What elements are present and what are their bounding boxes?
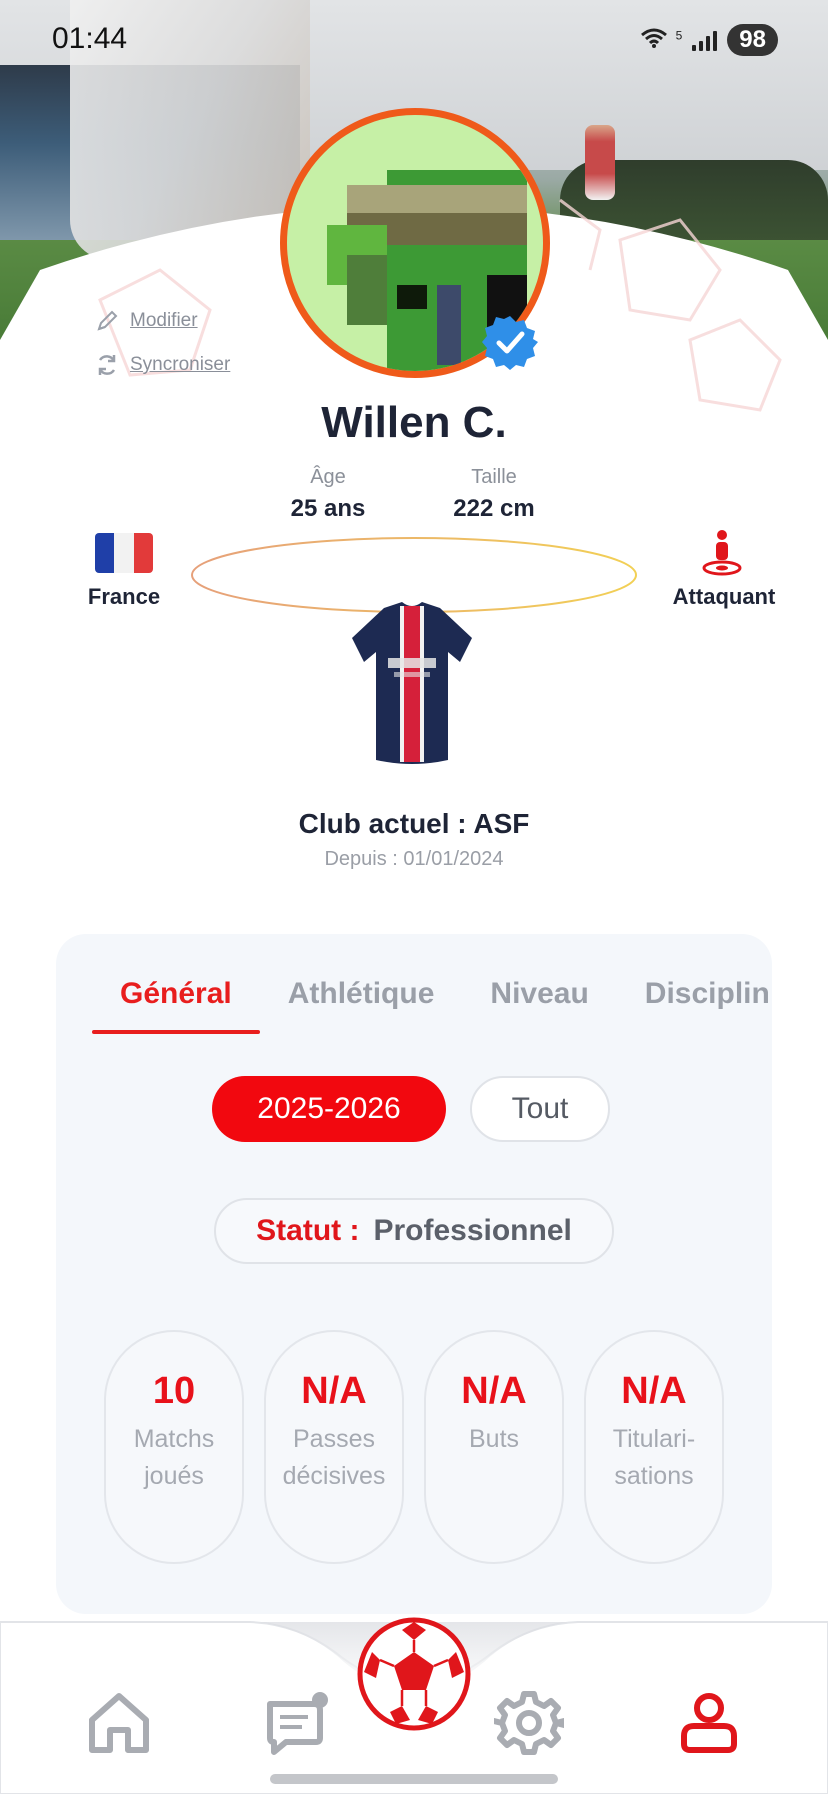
pencil-icon (97, 310, 118, 331)
stat-cards: 10 Matchs joués N/A Passes décisives N/A… (104, 1330, 724, 1564)
sync-label: Syncroniser (130, 354, 231, 375)
stat-label: Titulari-sations (612, 1425, 696, 1490)
wifi-icon: 5 (640, 25, 682, 56)
edit-link[interactable]: Modifier (94, 308, 230, 334)
stat-card-assists: N/A Passes décisives (264, 1330, 404, 1564)
stat-value: N/A (461, 1370, 527, 1412)
soccer-ball-icon[interactable] (356, 1616, 472, 1732)
stat-value: N/A (621, 1370, 687, 1412)
battery-badge: 98 (727, 24, 778, 56)
status-pill: Statut : Professionnel (214, 1198, 614, 1264)
profile-icon[interactable] (674, 1688, 744, 1758)
position-marker-icon (702, 530, 742, 576)
stat-label: Buts (468, 1425, 520, 1453)
stats-tabs: Général Athlétique Niveau Disciplin (92, 974, 772, 1034)
tab-athletique[interactable]: Athlétique (260, 974, 463, 1034)
height-value: 222 cm (453, 495, 535, 522)
stat-label: Matchs joués (133, 1425, 215, 1490)
verified-badge-icon (482, 316, 538, 370)
stat-label: Passes décisives (282, 1425, 386, 1490)
season-2025-2026-button[interactable]: 2025-2026 (212, 1076, 446, 1142)
current-club: Club actuel : ASF (298, 808, 530, 839)
status-icons: 5 98 (640, 24, 778, 56)
stat-value: 10 (152, 1370, 196, 1412)
profile-actions: Modifier Syncroniser (94, 308, 230, 396)
signal-icon (692, 29, 718, 51)
messages-icon[interactable] (262, 1688, 332, 1758)
tab-niveau[interactable]: Niveau (462, 974, 616, 1034)
player-name: Willen C. (321, 398, 507, 447)
club-since: Depuis : 01/01/2024 (324, 848, 504, 870)
tab-discipline[interactable]: Disciplin (617, 974, 772, 1034)
home-indicator (270, 1774, 558, 1784)
age-label: Âge (310, 466, 346, 488)
settings-icon[interactable] (494, 1688, 564, 1758)
home-icon[interactable] (84, 1688, 154, 1758)
avatar[interactable] (280, 108, 550, 378)
stat-card-matches: 10 Matchs joués (104, 1330, 244, 1564)
season-all-button[interactable]: Tout (470, 1076, 610, 1142)
country-label: France (87, 584, 161, 609)
height-label: Taille (471, 466, 517, 488)
sync-icon (98, 355, 116, 375)
france-flag-icon (95, 533, 153, 573)
position-label: Attaquant (672, 584, 776, 609)
stat-card-goals: N/A Buts (424, 1330, 564, 1564)
status-time: 01:44 (52, 22, 128, 55)
jersey-icon (352, 602, 472, 764)
wifi-label: 5 (675, 27, 683, 42)
status-value: Professionnel (373, 1214, 572, 1247)
stat-value: N/A (301, 1370, 367, 1412)
status-bar: 01:44 5 98 (0, 0, 828, 80)
stat-card-starts: N/A Titulari-sations (584, 1330, 724, 1564)
status-label: Statut : (256, 1214, 360, 1247)
bottom-navigation (0, 1616, 828, 1794)
tab-general[interactable]: Général (92, 974, 260, 1034)
sync-link[interactable]: Syncroniser (94, 352, 230, 378)
edit-label: Modifier (130, 310, 198, 331)
age-value: 25 ans (290, 495, 366, 522)
season-filter: 2025-2026 Tout (212, 1076, 610, 1142)
stats-panel: Général Athlétique Niveau Disciplin 2025… (56, 934, 772, 1614)
